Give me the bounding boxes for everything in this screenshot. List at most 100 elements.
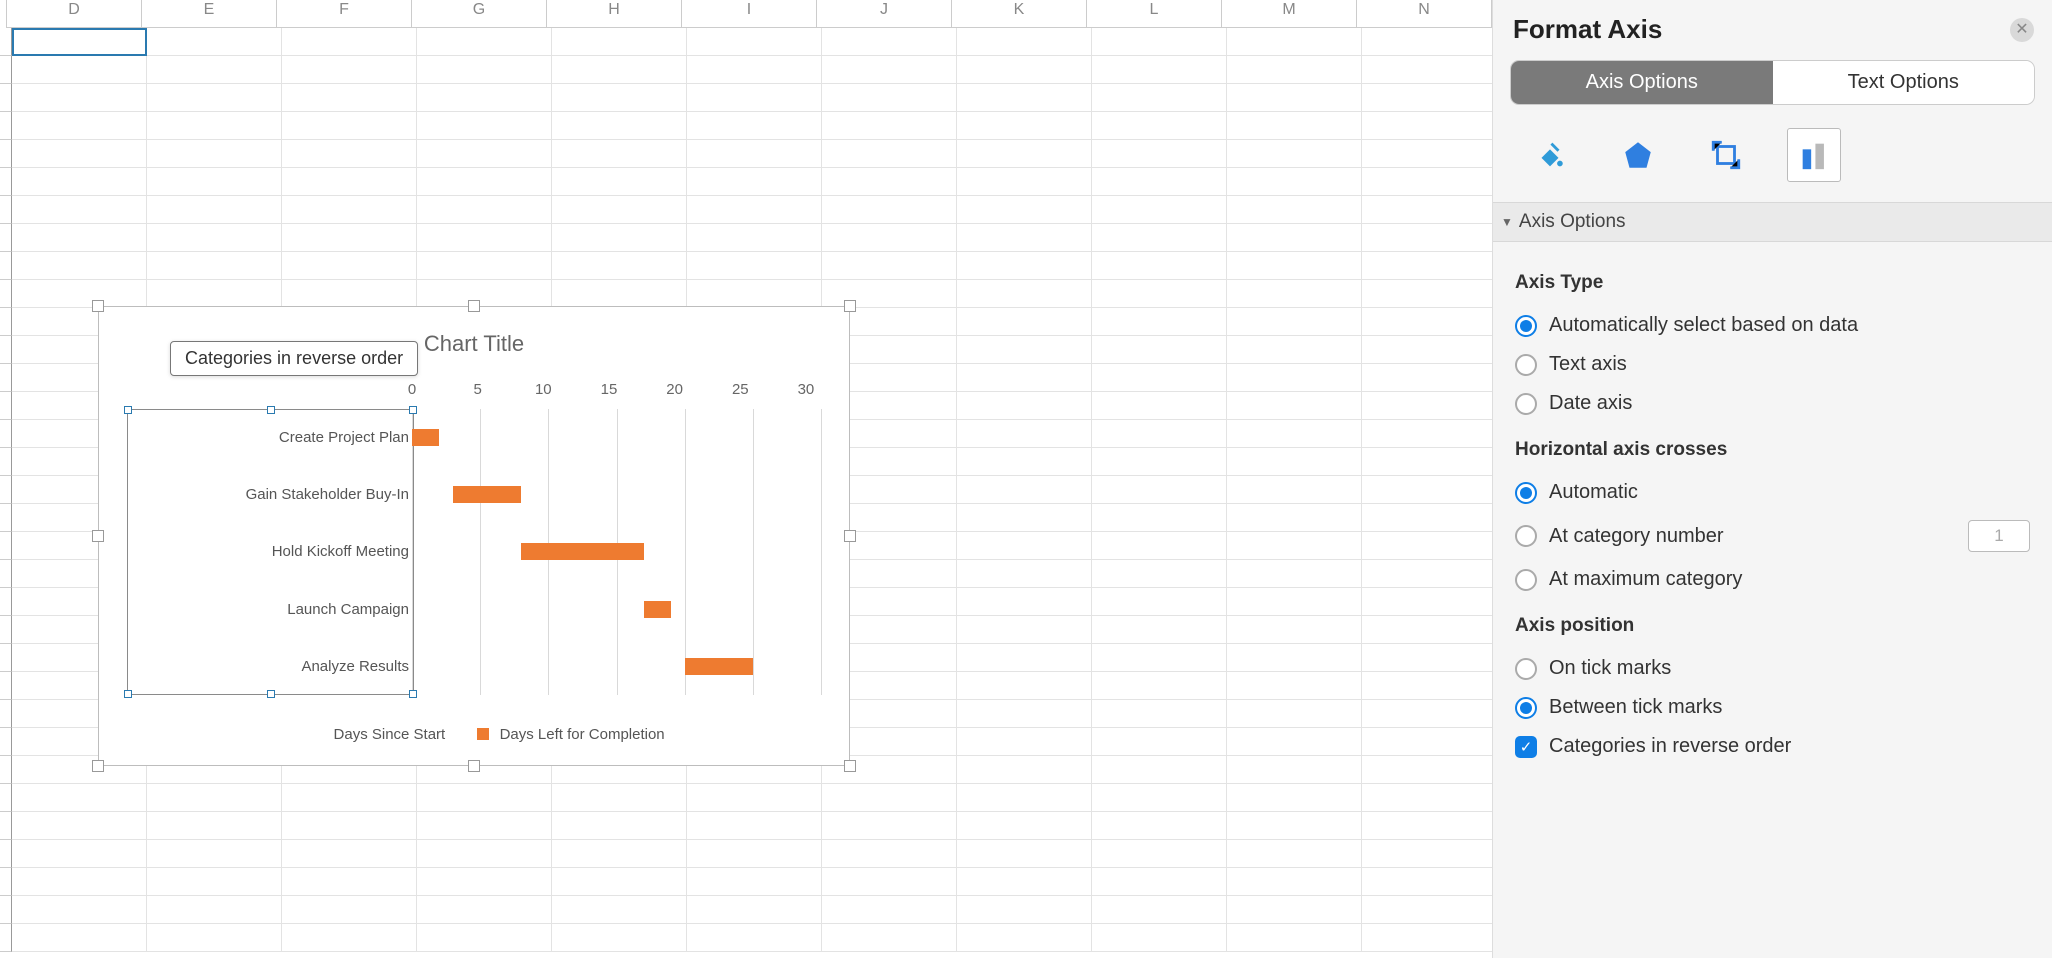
cell[interactable]: [12, 112, 147, 140]
chart-legend[interactable]: Days Since Start Days Left for Completio…: [99, 726, 849, 743]
cell[interactable]: [12, 56, 147, 84]
cell[interactable]: [957, 924, 1092, 952]
cell[interactable]: [12, 868, 147, 896]
cell[interactable]: [282, 112, 417, 140]
cell[interactable]: [552, 224, 687, 252]
cell[interactable]: [147, 112, 282, 140]
cell[interactable]: [1092, 168, 1227, 196]
cell[interactable]: [12, 840, 147, 868]
radio-axis-type-date[interactable]: [1515, 393, 1537, 415]
cell[interactable]: [1362, 420, 1492, 448]
cell[interactable]: [1227, 756, 1362, 784]
cell[interactable]: [1092, 560, 1227, 588]
size-icon[interactable]: [1699, 128, 1753, 182]
cell[interactable]: [1362, 756, 1492, 784]
cell[interactable]: [1092, 252, 1227, 280]
tab-text-options[interactable]: Text Options: [1773, 61, 2035, 104]
cell[interactable]: [282, 868, 417, 896]
cell[interactable]: [1362, 840, 1492, 868]
cell[interactable]: [957, 756, 1092, 784]
cell[interactable]: [147, 224, 282, 252]
cell[interactable]: [957, 196, 1092, 224]
cell[interactable]: [957, 616, 1092, 644]
cell[interactable]: [417, 280, 552, 308]
cell[interactable]: [1092, 140, 1227, 168]
cell[interactable]: [282, 784, 417, 812]
cell[interactable]: [1227, 308, 1362, 336]
cell[interactable]: [282, 84, 417, 112]
column-header-M[interactable]: M: [1222, 0, 1357, 28]
cell[interactable]: [1362, 700, 1492, 728]
cell[interactable]: [147, 84, 282, 112]
cell[interactable]: [417, 84, 552, 112]
cell[interactable]: [552, 896, 687, 924]
cell[interactable]: [822, 84, 957, 112]
cell[interactable]: [957, 280, 1092, 308]
cell[interactable]: [1362, 532, 1492, 560]
cell[interactable]: [687, 224, 822, 252]
cell[interactable]: [957, 168, 1092, 196]
cell[interactable]: [1092, 420, 1227, 448]
cell[interactable]: [1227, 896, 1362, 924]
cell[interactable]: [147, 56, 282, 84]
cell[interactable]: [687, 924, 822, 952]
cell[interactable]: [147, 896, 282, 924]
cell[interactable]: [1092, 112, 1227, 140]
cell[interactable]: [12, 28, 147, 56]
cell[interactable]: [147, 252, 282, 280]
cell[interactable]: [1362, 336, 1492, 364]
cell[interactable]: [822, 224, 957, 252]
cell[interactable]: [1362, 812, 1492, 840]
cell[interactable]: [957, 336, 1092, 364]
radio-hcross-max[interactable]: [1515, 569, 1537, 591]
cell[interactable]: [822, 252, 957, 280]
cell[interactable]: [957, 532, 1092, 560]
cell[interactable]: [822, 112, 957, 140]
section-axis-options[interactable]: ▼ Axis Options: [1493, 202, 2052, 242]
cell[interactable]: [1092, 616, 1227, 644]
cell[interactable]: [1092, 840, 1227, 868]
cell[interactable]: [282, 812, 417, 840]
cell[interactable]: [1227, 476, 1362, 504]
cell[interactable]: [552, 112, 687, 140]
cell[interactable]: [1092, 784, 1227, 812]
cell[interactable]: [957, 112, 1092, 140]
cell[interactable]: [552, 56, 687, 84]
cell[interactable]: [957, 420, 1092, 448]
cell[interactable]: [1227, 392, 1362, 420]
cell[interactable]: [1227, 56, 1362, 84]
cell[interactable]: [1227, 700, 1362, 728]
cell[interactable]: [1227, 140, 1362, 168]
cell[interactable]: [147, 840, 282, 868]
cell[interactable]: [417, 168, 552, 196]
radio-axis-type-auto[interactable]: [1515, 315, 1537, 337]
cell[interactable]: [12, 812, 147, 840]
cell[interactable]: [12, 784, 147, 812]
cell[interactable]: [1092, 532, 1227, 560]
cell[interactable]: [957, 840, 1092, 868]
cell[interactable]: [282, 840, 417, 868]
cell[interactable]: [552, 924, 687, 952]
cell[interactable]: [1362, 644, 1492, 672]
cell[interactable]: [552, 84, 687, 112]
cell[interactable]: [1362, 896, 1492, 924]
cell[interactable]: [1092, 644, 1227, 672]
cell[interactable]: [1092, 224, 1227, 252]
cell[interactable]: [1092, 924, 1227, 952]
cell[interactable]: [417, 784, 552, 812]
cell[interactable]: [1227, 84, 1362, 112]
cell[interactable]: [1227, 448, 1362, 476]
cell[interactable]: [552, 784, 687, 812]
cell[interactable]: [1092, 728, 1227, 756]
cell[interactable]: [957, 308, 1092, 336]
cell[interactable]: [1227, 112, 1362, 140]
cell[interactable]: [957, 364, 1092, 392]
cell[interactable]: [282, 896, 417, 924]
cell[interactable]: [1362, 924, 1492, 952]
cell[interactable]: [1227, 784, 1362, 812]
radio-axis-type-text[interactable]: [1515, 354, 1537, 376]
cell[interactable]: [1092, 588, 1227, 616]
cell[interactable]: [822, 140, 957, 168]
cell[interactable]: [1092, 56, 1227, 84]
cell[interactable]: [12, 280, 147, 308]
